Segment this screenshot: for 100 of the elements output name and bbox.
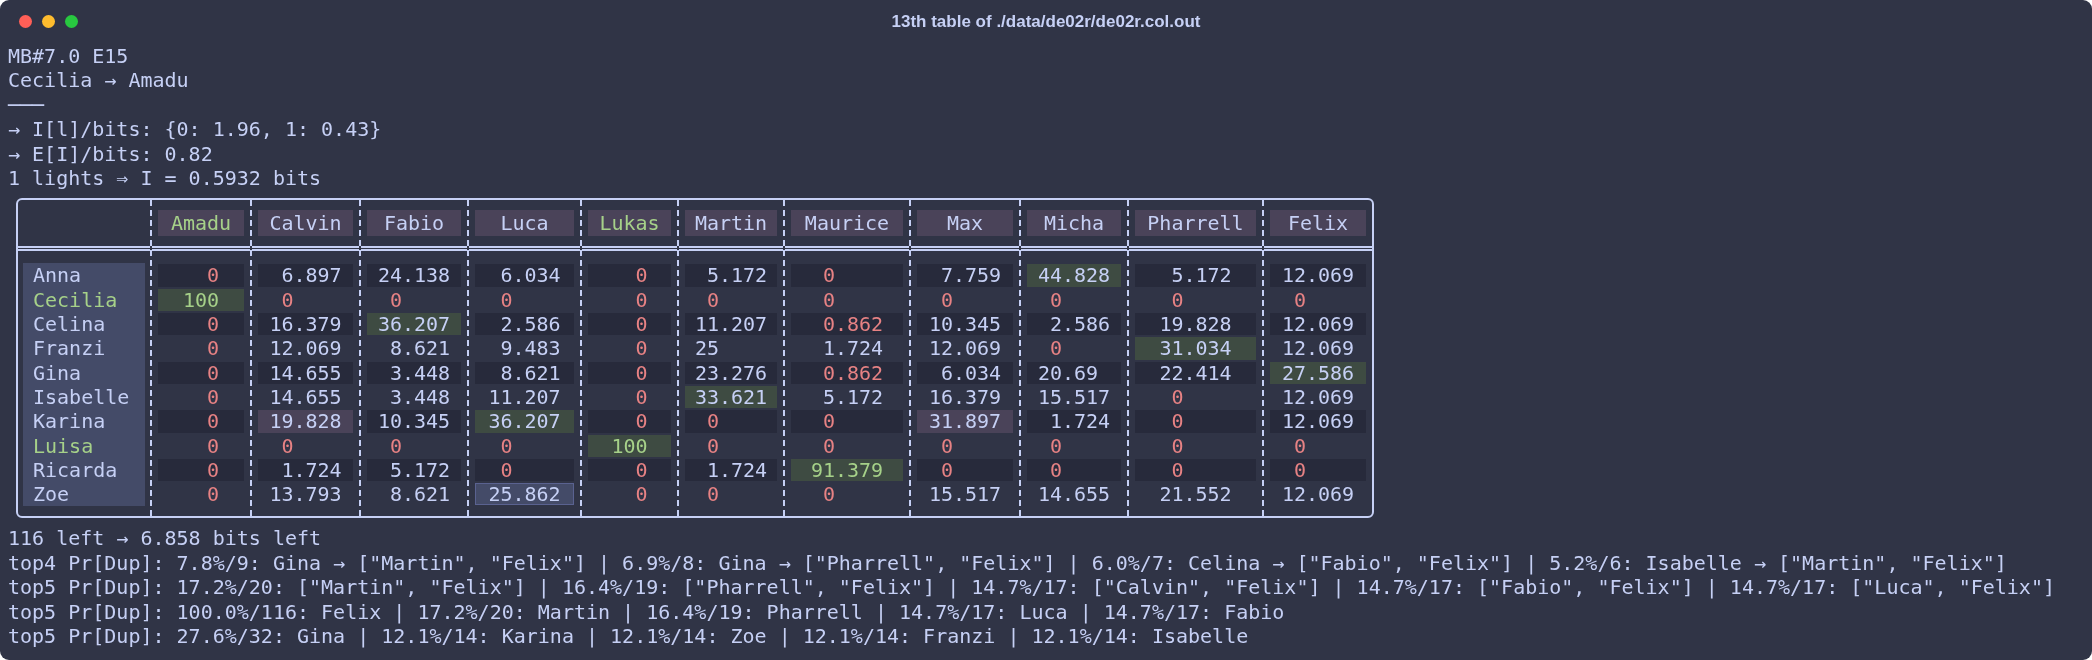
table-cell-text: 15.517	[927, 483, 1003, 506]
table-cell: 36.207	[367, 313, 461, 336]
table-cell: 0	[588, 264, 671, 287]
table-cell: 24.138	[367, 264, 461, 287]
table-cell-text: 9.483	[499, 337, 562, 360]
row-label: Zoe	[33, 482, 71, 507]
row-label: Karina	[33, 409, 107, 434]
table-cell-text: 0	[280, 288, 295, 312]
close-button[interactable]	[19, 15, 32, 28]
column-header: Fabio	[367, 210, 461, 237]
table-cell-text: 12.069	[268, 337, 343, 360]
output-line: top5 Pr[Dup]: 100.0%/116: Felix | 17.2%/20: Martin | 16.4%/19: Pharrell | 14.7%/17: Luca | 14.7%/17: Fabio	[8, 599, 1286, 625]
table-cell: 6.034	[917, 361, 1013, 384]
table-cell: 100	[588, 434, 671, 457]
table-cell-text: 0	[821, 434, 836, 457]
table-cell-text: 0	[1170, 288, 1185, 312]
table-cell: 1.724	[685, 458, 777, 482]
table-cell-text: 3.448	[388, 385, 452, 409]
table-cell: 33.621	[685, 385, 777, 409]
table-cell: 19.828	[258, 410, 353, 433]
table-cell: 0	[588, 313, 671, 336]
output-line: → E[I]/bits: 0.82	[8, 141, 214, 167]
output-line: top5 Pr[Dup]: 27.6%/32: Gina | 12.1%/14: Karina | 12.1%/14: Zoe | 12.1%/14: Franzi | 12.1%/14: Isabelle	[8, 624, 1250, 649]
table-cell-text: 16.379	[927, 385, 1003, 409]
row-label: Anna	[33, 263, 83, 288]
table-cell: 0.862	[791, 313, 903, 336]
table-cell-text: 0	[499, 434, 514, 457]
table-cell: 8.621	[475, 361, 574, 384]
column-header: Martin	[685, 210, 777, 237]
table-cell: 22.414	[1135, 361, 1256, 384]
table-cell: 12.069	[1270, 410, 1366, 433]
row-label: Ricarda	[33, 457, 119, 483]
column-header: Calvin	[258, 210, 353, 237]
table-cell: 19.828	[1135, 313, 1256, 336]
table-cell-text: 0	[634, 337, 649, 360]
table-cell: 1.724	[258, 458, 353, 482]
table-cell-text: 0	[280, 434, 295, 457]
table-cell-text: 0	[1048, 337, 1063, 360]
table-cell-text: 0	[634, 385, 649, 409]
row-label: Luisa	[33, 433, 95, 458]
table-cell: 5.172	[1135, 264, 1256, 287]
table-cell: 7.759	[917, 264, 1013, 287]
table-cell-text: 0	[206, 434, 221, 457]
table-cell-text: 11.207	[487, 385, 562, 409]
table-cell-text: 0	[206, 483, 221, 506]
table-cell: 23.276	[685, 361, 777, 384]
column-header: Felix	[1270, 210, 1366, 237]
table-cell: 0	[158, 410, 244, 433]
table-cell: 6.897	[258, 264, 353, 287]
table-cell: 0	[1135, 410, 1256, 433]
table-cell-text: 14.655	[268, 385, 343, 409]
table-cell-text: 0	[939, 288, 954, 312]
table-cell-text: 0	[206, 385, 221, 409]
column-header: Lukas	[588, 210, 671, 237]
table-cell-text: 8.621	[388, 337, 452, 360]
output-line: ───	[8, 92, 46, 118]
table-cell: 0	[588, 458, 671, 482]
table-cell-text: 13.793	[268, 483, 343, 506]
table-cell: 44.828	[1027, 264, 1121, 287]
column-header: Pharrell	[1135, 210, 1256, 237]
table-cell: 14.655	[258, 361, 353, 384]
table-cell: 12.069	[1270, 313, 1366, 336]
table-cell: 6.034	[475, 264, 574, 287]
table-cell: 0	[1135, 458, 1256, 482]
row-label: Gina	[33, 360, 83, 385]
table-cell: 0	[158, 264, 244, 287]
table-cell-text: 0	[1170, 434, 1185, 457]
table-cell: 2.586	[475, 313, 574, 336]
table-cell: 0	[791, 264, 903, 287]
minimize-button[interactable]	[42, 15, 55, 28]
output-line: → I[l]/bits: {0: 1.96, 1: 0.43}	[8, 117, 383, 142]
maximize-button[interactable]	[65, 15, 78, 28]
table-cell: 100	[158, 288, 244, 312]
table-cell-text: 0	[821, 483, 836, 506]
column-header: Amadu	[158, 210, 244, 237]
output-line: MB#7.0 E15	[8, 44, 130, 69]
table-cell-text: 0	[388, 288, 403, 312]
table-cell-text: 0	[634, 483, 649, 506]
column-header: Max	[917, 210, 1013, 237]
table-cell-text: 0	[1048, 434, 1063, 457]
output-line: top4 Pr[Dup]: 7.8%/9: Gina → ["Martin", "Felix"] | 6.9%/8: Gina → ["Pharrell", "Felix"] | 6.0%/7: Celina → ["Fabio", "Felix"] | 5.2%/6: Isabelle → ["Martin", "Felix"]	[8, 550, 2008, 576]
output-line: top5 Pr[Dup]: 17.2%/20: ["Martin", "Felix"] | 16.4%/19: ["Pharrell", "Felix"] | 14.7%/17: ["Calvin", "Felix"] | 14.7%/17: ["Fabio", "Felix"] | 14.7%/17: ["Luca", "Felix"]	[8, 575, 2056, 600]
table-cell-text: 0	[499, 288, 514, 312]
table-cell: 10.345	[367, 410, 461, 433]
table-cell: 20.69	[1027, 361, 1121, 384]
table-cell-text: 12.069	[927, 337, 1003, 360]
table-cell-text: 25	[693, 337, 720, 360]
table-cell-text: 0	[1292, 434, 1307, 457]
table-cell-text: 8.621	[388, 483, 452, 506]
table-cell: 0	[791, 410, 903, 433]
table-cell-text: 12.069	[1280, 337, 1356, 360]
table-cell: 0.862	[791, 361, 903, 384]
table-cell-text: 12.069	[1280, 385, 1356, 409]
table-cell: 12.069	[1270, 264, 1366, 287]
output-line: 1 lights ⇒ I = 0.5932 bits	[8, 166, 323, 191]
table-cell: 2.586	[1027, 313, 1121, 336]
table-cell: 0	[158, 361, 244, 384]
table-cell: 5.172	[367, 458, 461, 482]
table-cell: 5.172	[685, 264, 777, 287]
table-cell-text: 0	[1292, 288, 1307, 312]
